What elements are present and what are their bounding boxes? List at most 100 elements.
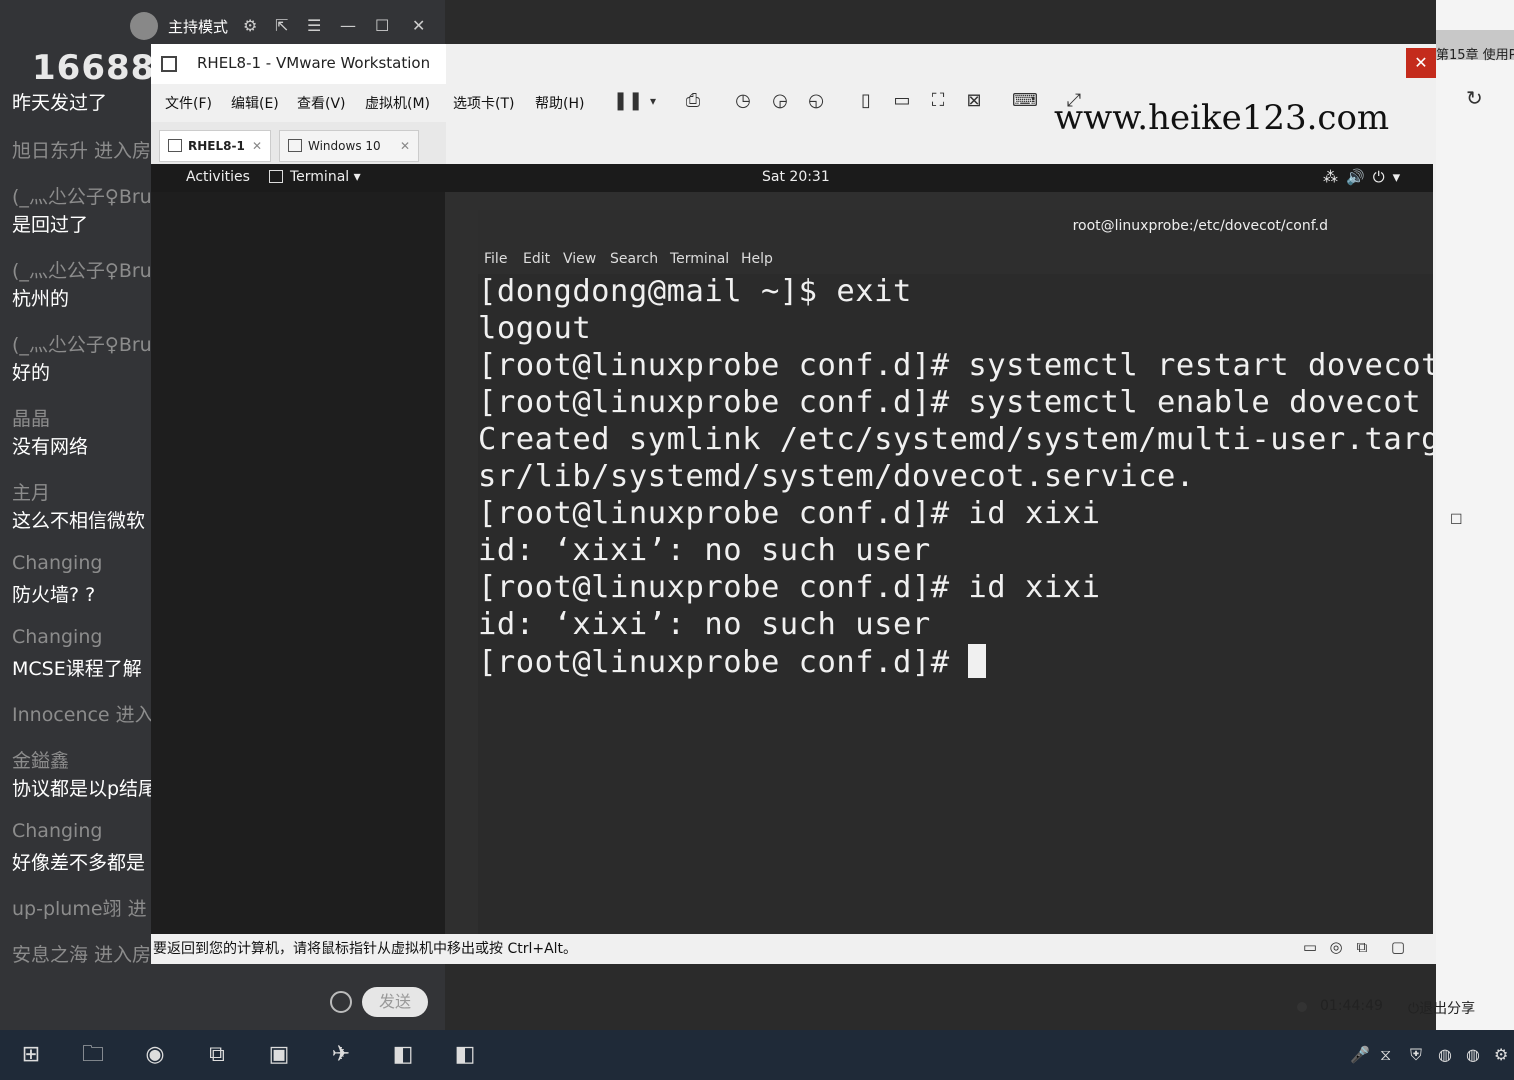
system-tray[interactable]: ⁂🔊⏻▾ [1323, 168, 1408, 186]
exit-share-label: 退出分享 [1419, 1001, 1476, 1017]
chevron-down-icon: ▾ [1392, 168, 1409, 186]
cdrom-icon[interactable]: ◎ [1324, 935, 1348, 959]
close-icon[interactable]: ✕ [252, 131, 262, 161]
power-icon: ⏻ [1408, 1001, 1420, 1017]
network-adapter-icon[interactable]: ⧉ [1350, 935, 1374, 959]
library-icon[interactable]: ▯ [854, 89, 878, 113]
message-text: 这么不相信微软 [12, 510, 146, 532]
snapshot-icon[interactable]: ◷ [731, 89, 755, 113]
message-sender: 晶晶 [12, 408, 51, 430]
send-ctrl-alt-del-icon[interactable]: ⎙ [681, 89, 705, 113]
text-cursor [968, 644, 987, 678]
tab-label: RHEL8-1 [188, 139, 245, 153]
terminal-line: logout [478, 311, 592, 346]
terminal-line: [root@linuxprobe conf.d]# id xixi [478, 570, 1101, 605]
terminal-line: [root@linuxprobe conf.d]# id xixi [478, 496, 1101, 531]
message-sender: 金鎰鑫 [12, 750, 70, 772]
menu-icon[interactable]: ☰ [307, 16, 321, 35]
message-sender: 安息之海 进入房 [12, 944, 152, 966]
terminal-line: [dongdong@mail ~]$ exit [478, 274, 912, 309]
settings-tray-icon[interactable]: ⚙ [1494, 1045, 1508, 1064]
vm-console-left [151, 164, 446, 934]
clock[interactable]: Sat 20:31 [762, 169, 830, 185]
editor-app-icon[interactable]: ◧ [386, 1038, 420, 1072]
terminal-menu-terminal[interactable]: Terminal [670, 251, 729, 267]
power-icon: ⏻ [1372, 168, 1393, 186]
terminal-prompt: [root@linuxprobe conf.d]# [478, 645, 969, 680]
app-menu[interactable]: Terminal ▾ [290, 169, 361, 185]
unity-icon[interactable]: ⊠ [962, 89, 986, 113]
fullscreen-icon[interactable]: ⛶ [926, 89, 950, 113]
message-icon[interactable]: ▢ [1386, 935, 1410, 959]
app-icon[interactable]: ✈ [324, 1038, 358, 1072]
tab-rhel8-1[interactable]: RHEL8-1 ✕ [159, 130, 271, 162]
tab-label: Windows 10 [308, 139, 381, 153]
terminal-menu-view[interactable]: View [563, 251, 596, 267]
message-sender: Changing [12, 820, 103, 842]
message-text: MCSE课程了解 [12, 658, 142, 680]
menu-help[interactable]: 帮助(H) [535, 93, 584, 113]
microphone-icon[interactable]: 🎤 [1350, 1045, 1370, 1064]
close-button[interactable]: ✕ [1406, 48, 1436, 78]
chat-message: 金鎰鑫 协议都是以p结尾 [12, 744, 172, 818]
terminal-prompt-line[interactable]: [root@linuxprobe conf.d]# [478, 644, 987, 680]
message-sender: 旭日东升 进入房 [12, 140, 152, 162]
editor-app-icon-2[interactable]: ◧ [448, 1038, 482, 1072]
security-icon[interactable]: ⛨ [1410, 1045, 1422, 1065]
terminal-app-icon [269, 170, 283, 183]
maximize-icon[interactable]: ☐ [375, 16, 389, 35]
pause-icon[interactable]: ❚❚ [613, 89, 643, 113]
terminal-menu-edit[interactable]: Edit [523, 251, 550, 267]
terminal-menu-help[interactable]: Help [741, 251, 773, 267]
maximize-icon[interactable]: ☐ [1450, 512, 1463, 528]
media-app-icon[interactable]: ▣ [262, 1038, 296, 1072]
menu-edit[interactable]: 编辑(E) [231, 93, 279, 113]
emoji-icon[interactable] [330, 991, 352, 1013]
chat-system-message: 旭日东升 进入房 [12, 134, 172, 180]
message-sender: (_灬尐公子♀Bru [12, 260, 152, 282]
terminal-line: id: ‘xixi’: no such user [478, 607, 931, 642]
close-icon[interactable]: ✕ [412, 16, 425, 35]
popout-icon[interactable]: ⇱ [275, 16, 288, 35]
network-icon[interactable]: ⧖ [1380, 1045, 1391, 1065]
chat-app-icon-2[interactable]: ◍ [1466, 1045, 1480, 1064]
message-text: 好的 [12, 362, 51, 384]
send-button[interactable]: 发送 [362, 987, 428, 1017]
browser-icon[interactable]: ◉ [138, 1038, 172, 1072]
chat-app-icon[interactable]: ◍ [1438, 1045, 1452, 1064]
refresh-icon[interactable]: ↻ [1466, 86, 1483, 110]
browser-tab[interactable]: 第15章 使用P [1436, 44, 1514, 63]
menu-file[interactable]: 文件(F) [165, 93, 212, 113]
menu-tabs[interactable]: 选项卡(T) [453, 93, 514, 113]
windows-logo-icon[interactable]: ⊞ [14, 1038, 48, 1072]
volume-icon: 🔊 [1346, 168, 1373, 186]
menu-view[interactable]: 查看(V) [297, 93, 346, 113]
terminal-menubar: File Edit View Search Terminal Help [478, 244, 1433, 274]
minimize-icon[interactable]: — [340, 16, 356, 35]
snapshot-manager-icon[interactable]: ◵ [804, 89, 828, 113]
vmware-titlebar: RHEL8-1 - VMware Workstation [151, 44, 446, 84]
host-avatar[interactable] [130, 12, 158, 40]
activities-button[interactable]: Activities [186, 169, 250, 185]
terminal-icon[interactable]: ⌨ [1012, 89, 1038, 113]
terminal-menu-search[interactable]: Search [610, 251, 658, 267]
settings-icon[interactable]: ⚙ [243, 16, 257, 35]
message-text: 是回过了 [12, 214, 89, 236]
terminal-menu-file[interactable]: File [484, 251, 507, 267]
exit-share-button[interactable]: ⏻退出分享 [1408, 998, 1475, 1018]
chat-message: Changing 防火墙? ? [12, 550, 172, 624]
menu-vm[interactable]: 虚拟机(M) [365, 93, 430, 113]
console-view-icon[interactable]: ▭ [890, 89, 914, 113]
tab-windows-10[interactable]: Windows 10 ✕ [279, 130, 419, 162]
chat-message: (_灬尐公子♀Bru 好的 [12, 328, 172, 402]
terminal-line: [root@linuxprobe conf.d]# systemctl enab… [478, 385, 1422, 420]
window-title: RHEL8-1 - VMware Workstation [197, 54, 431, 72]
close-icon[interactable]: ✕ [400, 131, 410, 161]
hdd-icon[interactable]: ▭ [1298, 935, 1322, 959]
vmware-taskbar-icon[interactable]: ⧉ [200, 1038, 234, 1072]
terminal-line: sr/lib/systemd/system/dovecot.service. [478, 459, 1195, 494]
chevron-down-icon[interactable]: ▾ [641, 89, 665, 113]
file-explorer-icon[interactable]: 🗀 [76, 1038, 110, 1072]
terminal-output[interactable]: [dongdong@mail ~]$ exit logout [root@lin… [478, 274, 1433, 934]
revert-snapshot-icon[interactable]: ◶ [768, 89, 792, 113]
